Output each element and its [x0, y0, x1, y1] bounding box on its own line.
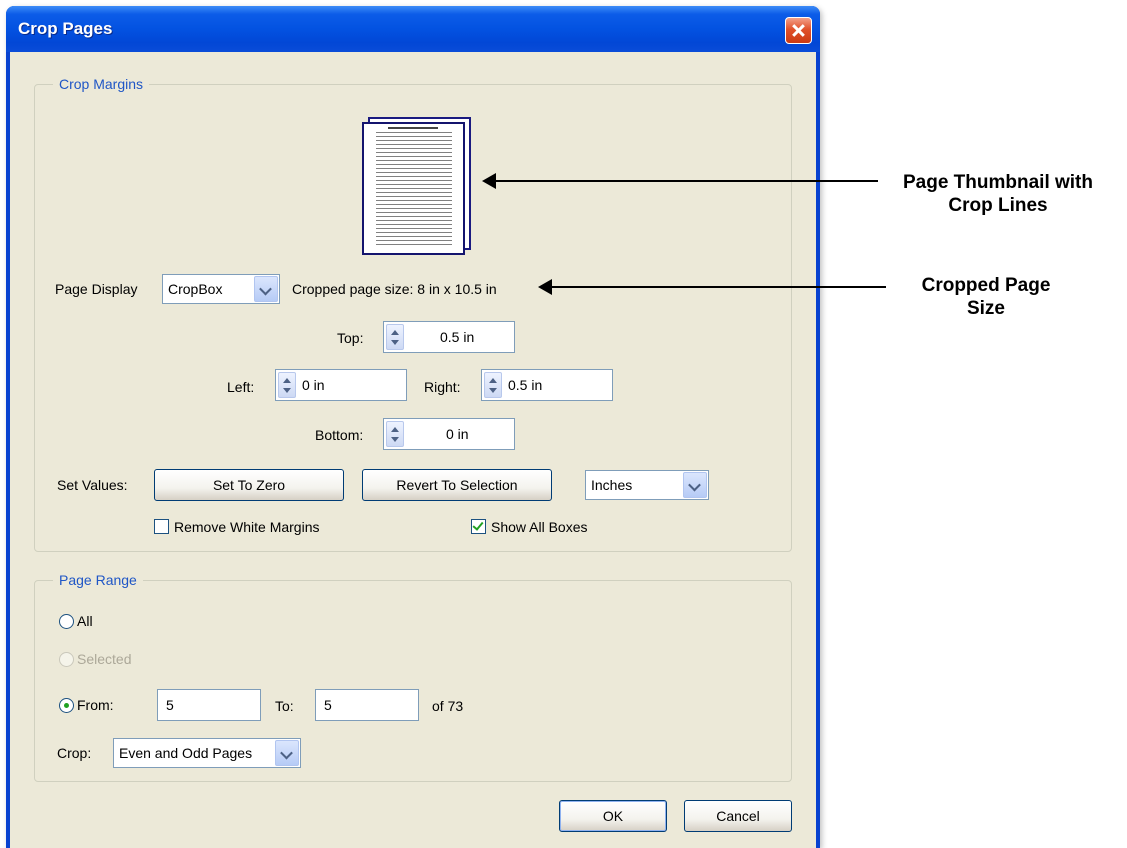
- crop-label: Crop:: [57, 745, 92, 761]
- top-stepper[interactable]: 0.5 in: [383, 321, 515, 353]
- cropped-page-size-text: Cropped page size: 8 in x 10.5 in: [292, 281, 497, 297]
- thumbnail-text-lines: [376, 132, 452, 248]
- right-label: Right:: [424, 379, 461, 395]
- page-range-legend: Page Range: [53, 572, 143, 588]
- thumbnail-annotation-line2: Crop Lines: [948, 195, 1048, 216]
- page-display-value: CropBox: [168, 281, 223, 297]
- thumbnail-heading-line: [388, 127, 438, 129]
- all-radio[interactable]: [59, 614, 74, 629]
- page-display-select[interactable]: CropBox: [162, 274, 280, 304]
- from-radio[interactable]: [59, 698, 74, 713]
- selected-label: Selected: [77, 651, 132, 667]
- crop-value: Even and Odd Pages: [119, 745, 253, 761]
- show-all-boxes-checkbox[interactable]: [471, 519, 486, 534]
- crop-margins-group: Crop Margins Page Display CropBox Croppe…: [34, 76, 792, 552]
- spin-up-down-icon[interactable]: [278, 372, 296, 398]
- chevron-down-icon[interactable]: [683, 472, 707, 498]
- cropped-size-annotation-line1: Cropped Page: [921, 275, 1051, 296]
- chevron-down-icon[interactable]: [254, 276, 278, 302]
- dialog-title: Crop Pages: [18, 19, 113, 38]
- revert-to-selection-button[interactable]: Revert To Selection: [362, 469, 552, 501]
- spin-up-down-icon[interactable]: [386, 324, 404, 350]
- crop-pages-dialog: Crop Pages Crop Margins Page Display Cro…: [6, 6, 820, 848]
- spin-up-down-icon[interactable]: [484, 372, 502, 398]
- thumbnail-arrow-line: [494, 180, 878, 182]
- cropped-size-arrow-line: [550, 286, 886, 288]
- bottom-stepper[interactable]: 0 in: [383, 418, 515, 450]
- top-value: 0.5 in: [440, 329, 475, 345]
- thumbnail-annotation-line1: Page Thumbnail with: [902, 172, 1093, 193]
- crop-select[interactable]: Even and Odd Pages: [113, 738, 301, 768]
- chevron-down-icon[interactable]: [275, 740, 299, 766]
- top-label: Top:: [337, 330, 364, 346]
- page-thumbnail: [362, 122, 465, 255]
- right-stepper[interactable]: 0.5 in: [481, 369, 613, 401]
- remove-white-margins-label: Remove White Margins: [174, 519, 320, 535]
- from-input[interactable]: 5: [157, 689, 261, 721]
- selected-radio[interactable]: [59, 652, 74, 667]
- right-value: 0.5 in: [508, 377, 543, 393]
- left-stepper[interactable]: 0 in: [275, 369, 407, 401]
- set-values-label: Set Values:: [57, 477, 128, 493]
- set-to-zero-button[interactable]: Set To Zero: [154, 469, 344, 501]
- bottom-label: Bottom:: [315, 427, 364, 443]
- cropped-size-annotation: Cropped Page Size: [886, 274, 1086, 320]
- remove-white-margins-checkbox[interactable]: [154, 519, 169, 534]
- units-select[interactable]: Inches: [585, 470, 709, 500]
- cancel-button[interactable]: Cancel: [684, 800, 792, 832]
- spin-up-down-icon[interactable]: [386, 421, 404, 447]
- left-value: 0 in: [302, 377, 325, 393]
- page-display-label: Page Display: [55, 281, 138, 297]
- ok-button[interactable]: OK: [559, 800, 667, 832]
- to-label: To:: [275, 698, 294, 714]
- bottom-value: 0 in: [446, 426, 469, 442]
- left-label: Left:: [227, 379, 255, 395]
- crop-margins-legend: Crop Margins: [53, 76, 150, 92]
- from-label: From:: [77, 697, 114, 713]
- close-icon[interactable]: [785, 17, 812, 44]
- cropped-size-annotation-line2: Size: [966, 298, 1006, 319]
- dialog-body: Crop Margins Page Display CropBox Croppe…: [10, 52, 816, 848]
- units-value: Inches: [591, 477, 633, 493]
- show-all-boxes-label: Show All Boxes: [491, 519, 588, 535]
- to-input[interactable]: 5: [315, 689, 419, 721]
- title-bar: Crop Pages: [6, 6, 820, 52]
- page-count-text: of 73: [432, 698, 464, 714]
- thumbnail-annotation: Page Thumbnail with Crop Lines: [898, 171, 1098, 217]
- page-range-group: Page Range All Selected From: 5 To: 5 of…: [34, 572, 792, 782]
- all-label: All: [77, 613, 93, 629]
